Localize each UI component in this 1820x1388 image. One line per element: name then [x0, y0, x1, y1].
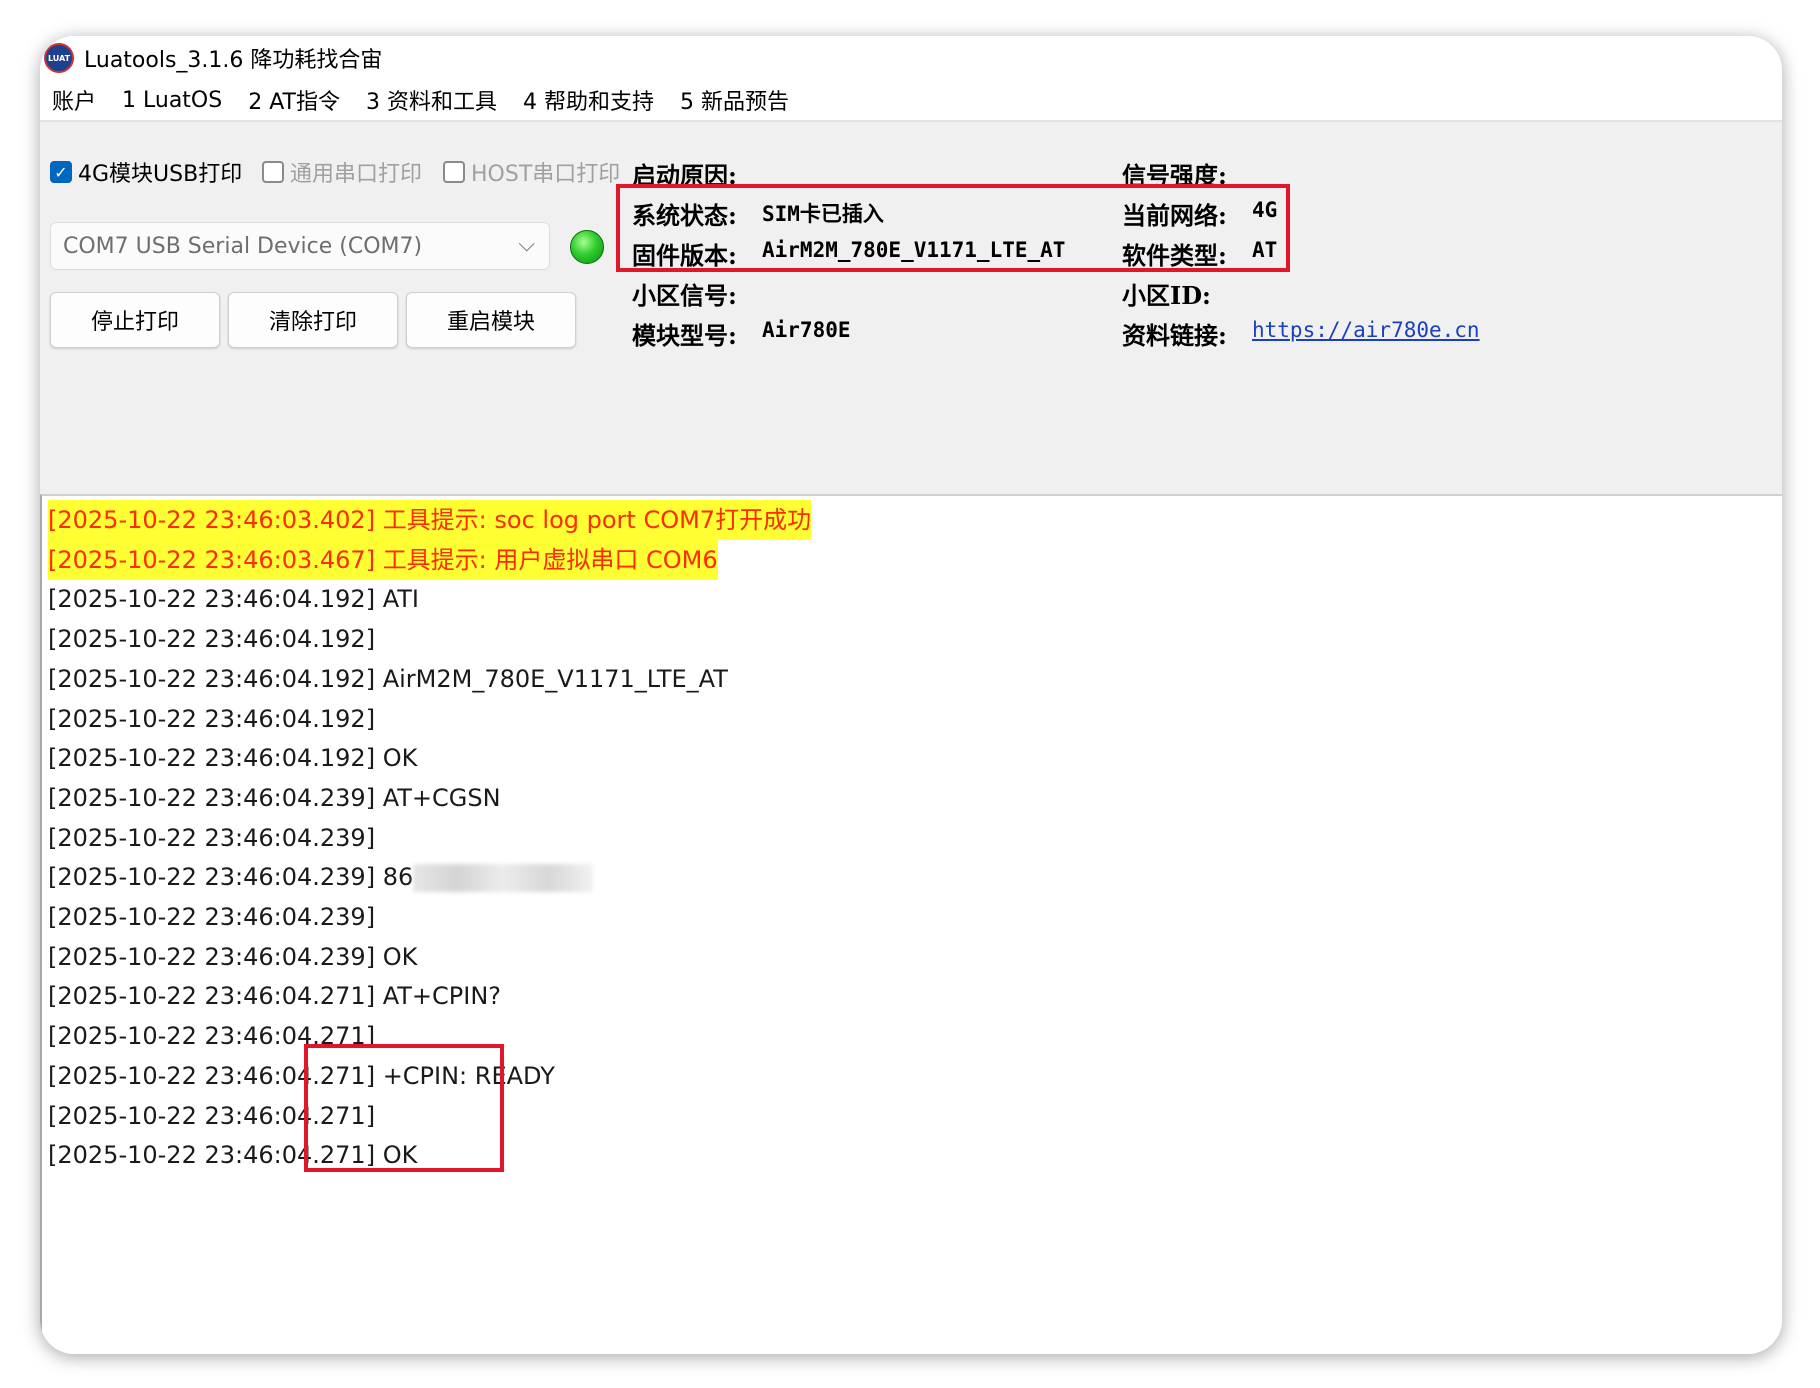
log-line: [2025-10-22 23:46:04.192] — [48, 625, 376, 654]
model-label: 模块型号: — [632, 321, 737, 350]
log-line: [2025-10-22 23:46:04.239] — [48, 903, 376, 931]
host-print-label: HOST串口打印 — [471, 162, 621, 187]
window-title: Luatools_3.1.6 降功耗找合宙 — [84, 48, 383, 73]
log-line: [2025-10-22 23:46:04.192] ATI — [48, 585, 419, 614]
menu-account[interactable]: 账户 — [52, 84, 96, 116]
log-output[interactable]: [2025-10-22 23:46:03.402] 工具提示: soc log … — [40, 494, 1782, 1354]
restart-module-button[interactable]: 重启模块 — [406, 292, 576, 348]
menu-luatos[interactable]: 1 LuatOS — [122, 88, 222, 113]
log-line: [2025-10-22 23:46:03.467] 工具提示: 用户虚拟串口 C… — [48, 539, 718, 580]
luatools-window: LUAT Luatools_3.1.6 降功耗找合宙 账户 1 LuatOS 2… — [40, 36, 1782, 1354]
log-line: [2025-10-22 23:46:04.192] — [48, 704, 376, 733]
log-line: [2025-10-22 23:46:03.402] 工具提示: soc log … — [48, 500, 812, 540]
menu-new-products[interactable]: 5 新品预告 — [680, 84, 789, 116]
checkbox-empty-icon — [443, 161, 465, 183]
log-line: [2025-10-22 23:46:04.192] AirM2M_780E_V1… — [48, 664, 728, 693]
redacted-imei-block — [413, 864, 594, 893]
port-select-value: COM7 USB Serial Device (COM7) — [63, 233, 423, 259]
menu-docs-tools[interactable]: 3 资料和工具 — [366, 84, 497, 116]
port-select[interactable]: COM7 USB Serial Device (COM7) ⌵ — [50, 222, 550, 270]
cpin-highlight-box — [304, 1044, 504, 1172]
clear-print-button[interactable]: 清除打印 — [228, 292, 398, 348]
menu-bar: 账户 1 LuatOS 2 AT指令 3 资料和工具 4 帮助和支持 5 新品预… — [40, 80, 1782, 122]
log-line: [2025-10-22 23:46:04.239] OK — [48, 942, 418, 971]
log-line: [2025-10-22 23:46:04.271] AT+CPIN? — [48, 982, 502, 1011]
cell-signal-label: 小区信号: — [632, 281, 737, 310]
menu-help-support[interactable]: 4 帮助和支持 — [523, 84, 654, 116]
host-print-checkbox[interactable]: HOST串口打印 — [443, 156, 620, 188]
usb-print-label: 4G模块USB打印 — [78, 162, 243, 187]
log-line: [2025-10-22 23:46:04.192] OK — [48, 744, 418, 773]
log-line: [2025-10-22 23:46:04.239] — [48, 823, 376, 852]
checkbox-empty-icon — [262, 161, 284, 183]
serial-print-label: 通用串口打印 — [290, 162, 423, 187]
cell-id-label: 小区ID: — [1122, 281, 1211, 310]
check-icon: ✓ — [50, 161, 72, 183]
menu-at-commands[interactable]: 2 AT指令 — [248, 84, 340, 116]
status-led-icon — [570, 230, 604, 264]
status-highlight-box — [616, 184, 1290, 272]
log-line: [2025-10-22 23:46:04.239] AT+CGSN — [48, 783, 501, 812]
title-bar: LUAT Luatools_3.1.6 降功耗找合宙 — [40, 36, 1782, 80]
chevron-down-icon: ⌵ — [518, 232, 535, 257]
luat-app-icon: LUAT — [44, 43, 74, 73]
docs-link-label: 资料链接: — [1122, 321, 1227, 350]
serial-print-checkbox[interactable]: 通用串口打印 — [262, 156, 422, 188]
usb-print-checkbox[interactable]: ✓ 4G模块USB打印 — [50, 156, 242, 188]
docs-link[interactable]: https://air780e.cn — [1252, 318, 1480, 342]
model-value: Air780E — [762, 318, 851, 342]
log-line: [2025-10-22 23:46:04.239] 86 — [48, 857, 594, 897]
control-panel: ✓ 4G模块USB打印 通用串口打印 HOST串口打印 COM7 USB Ser… — [40, 122, 1782, 494]
stop-print-button[interactable]: 停止打印 — [50, 292, 220, 348]
